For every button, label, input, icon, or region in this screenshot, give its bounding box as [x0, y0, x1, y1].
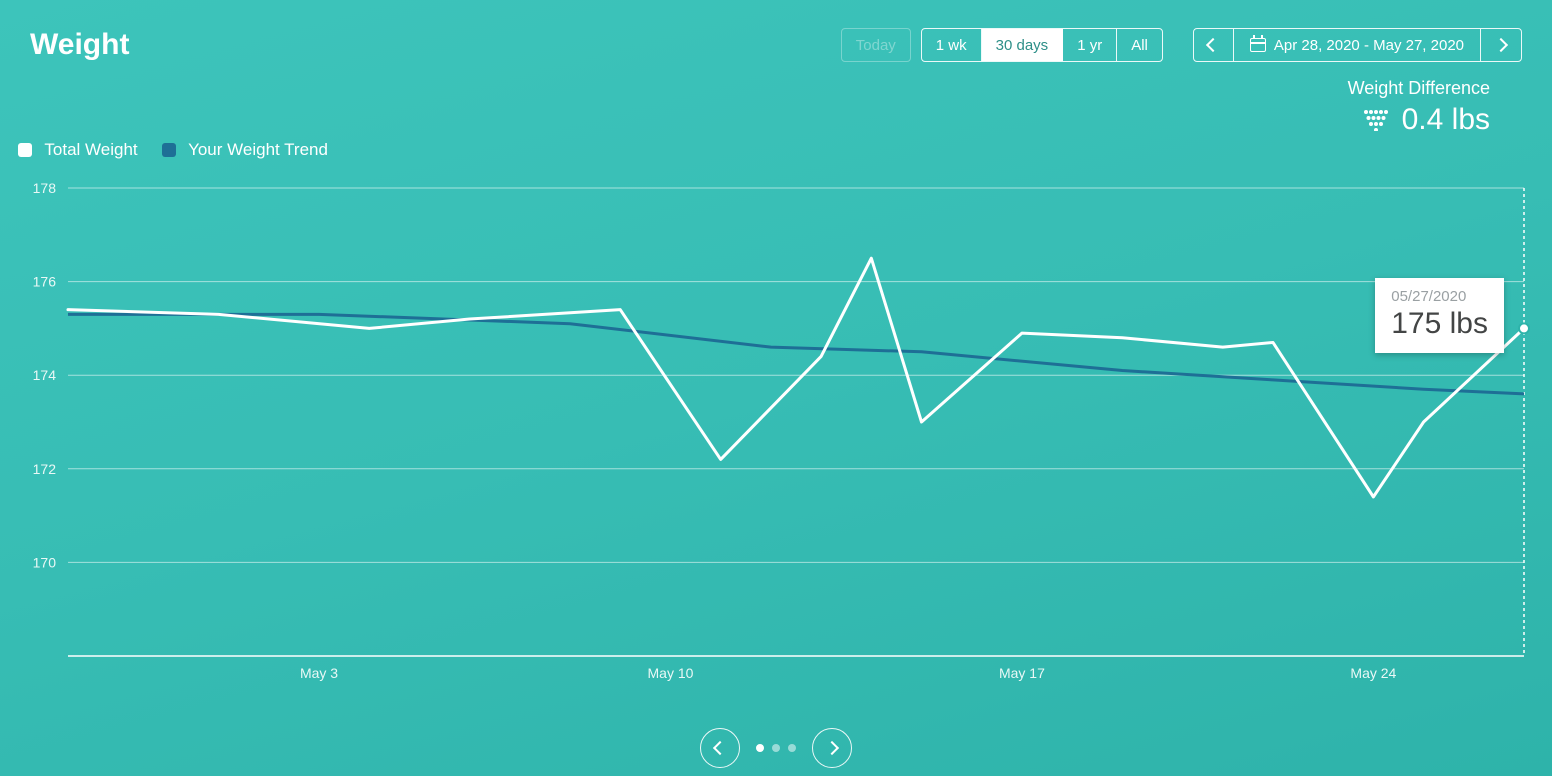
svg-text:172: 172 [33, 461, 57, 477]
carousel-pager [700, 728, 852, 768]
svg-text:178: 178 [33, 180, 57, 196]
range-today-button: Today [841, 28, 911, 62]
svg-text:176: 176 [33, 274, 57, 290]
legend-swatch-trend [162, 143, 176, 157]
chevron-left-icon [713, 741, 727, 755]
pager-dot[interactable] [772, 744, 780, 752]
svg-text:May 10: May 10 [648, 665, 694, 681]
scale-icon [1362, 109, 1390, 131]
pager-dots [756, 744, 796, 752]
tooltip-date: 05/27/2020 [1391, 288, 1488, 305]
range-all[interactable]: All [1117, 29, 1162, 61]
header: Weight Today 1 wk 30 days 1 yr All Apr 2… [0, 0, 1552, 70]
calendar-icon [1250, 38, 1266, 52]
date-range-label: Apr 28, 2020 - May 27, 2020 [1274, 37, 1464, 54]
weight-chart[interactable]: 170 172 174 176 178 May 3 May 10 May 17 May 24 0… [18, 180, 1524, 686]
weight-difference-label: Weight Difference [1348, 78, 1490, 99]
legend-swatch-total [18, 143, 32, 157]
chevron-right-icon [825, 741, 839, 755]
legend-weight-trend[interactable]: Your Weight Trend [162, 140, 328, 160]
svg-text:170: 170 [33, 554, 57, 570]
weight-difference: Weight Difference 0.4 lbs [1348, 78, 1490, 137]
range-1wk[interactable]: 1 wk [922, 29, 982, 61]
date-range-button[interactable]: Apr 28, 2020 - May 27, 2020 [1234, 29, 1481, 61]
date-range-nav: Apr 28, 2020 - May 27, 2020 [1193, 28, 1522, 62]
pager-dot[interactable] [788, 744, 796, 752]
legend-total-label: Total Weight [44, 140, 137, 159]
svg-text:May 17: May 17 [999, 665, 1045, 681]
chart-tooltip: 05/27/2020 175 lbs [1375, 278, 1504, 353]
pager-prev-button[interactable] [700, 728, 740, 768]
svg-text:May 24: May 24 [1350, 665, 1396, 681]
svg-text:174: 174 [33, 367, 57, 383]
chevron-right-icon [1494, 38, 1508, 52]
weight-difference-value: 0.4 lbs [1402, 103, 1490, 137]
page-title: Weight [30, 28, 129, 62]
date-next-button[interactable] [1481, 29, 1521, 61]
legend-trend-label: Your Weight Trend [188, 140, 328, 159]
range-segmented-control: 1 wk 30 days 1 yr All [921, 28, 1163, 62]
legend-total-weight[interactable]: Total Weight [18, 140, 138, 160]
date-prev-button[interactable] [1194, 29, 1234, 61]
tooltip-value: 175 lbs [1391, 307, 1488, 341]
pager-next-button[interactable] [812, 728, 852, 768]
legend: Total Weight Your Weight Trend [18, 140, 328, 160]
pager-dot[interactable] [756, 744, 764, 752]
svg-text:May 3: May 3 [300, 665, 338, 681]
chevron-left-icon [1206, 38, 1220, 52]
range-30days[interactable]: 30 days [982, 29, 1064, 61]
range-1yr[interactable]: 1 yr [1063, 29, 1117, 61]
